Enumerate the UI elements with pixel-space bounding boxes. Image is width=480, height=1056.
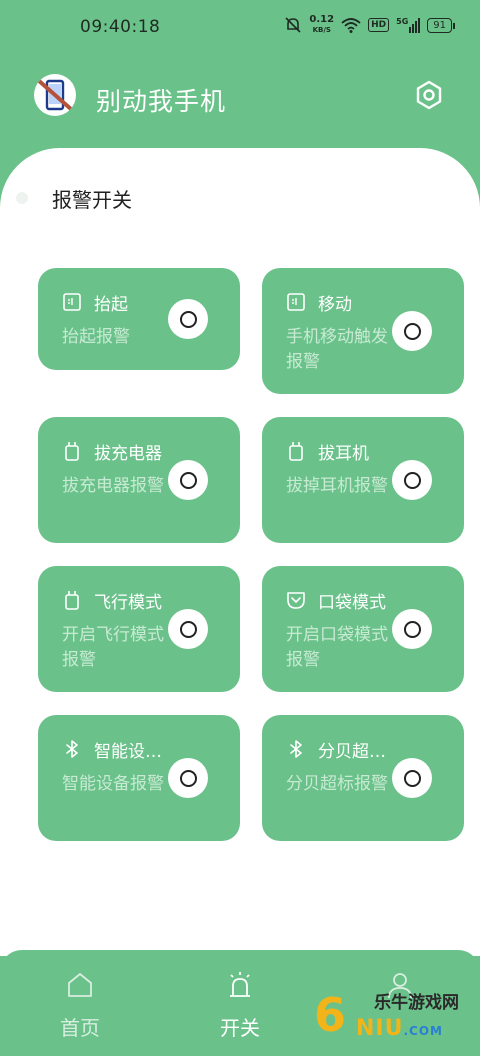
toggle-switch[interactable] [168,299,208,339]
toggle-ring-icon [403,322,421,340]
app-title: 别动我手机 [96,87,227,116]
phone-crossed-icon [34,74,76,116]
status-bar: 09:40:18 0.12 KB/S HD 5G 91 [0,0,480,52]
alarm-tile-charger[interactable]: 拔充电器 拔充电器报警 [38,417,240,543]
toggle-switch[interactable] [392,609,432,649]
battery-indicator: 91 [427,17,455,33]
tile-title: 抬起 [94,295,128,315]
charger-plug-icon [65,591,79,610]
phone-frame-icon [63,293,81,311]
gear-icon [416,80,442,110]
tile-title: 分贝超… [318,742,386,762]
toggle-switch[interactable] [168,758,208,798]
watermark-sub: NIU.COM [356,1016,443,1041]
tile-desc: 拔掉耳机报警 [286,476,388,496]
tile-desc: 分贝超标报警 [286,774,388,794]
network-speed-unit: KB/S [312,26,331,34]
tile-title: 飞行模式 [94,593,162,613]
toggle-switch[interactable] [168,460,208,500]
tile-desc: 开启口袋模式报警 [286,625,388,670]
home-icon [68,973,92,997]
nav-switch-label: 开关 [220,1016,260,1040]
section-title: 报警开关 [52,188,132,212]
pocket-icon [287,592,305,609]
toggle-ring-icon [403,769,421,787]
toggle-switch[interactable] [392,758,432,798]
nav-home[interactable]: 首页 [30,950,130,1056]
tile-desc: 手机移动触发报警 [286,327,388,372]
tile-title: 拔耳机 [318,444,369,464]
bluetooth-icon [290,740,302,758]
tile-desc: 拔充电器报警 [62,476,164,496]
bluetooth-icon [66,740,78,758]
tile-title: 口袋模式 [318,593,386,613]
hd-badge: HD [368,18,390,32]
tile-desc: 抬起报警 [62,327,130,347]
network-speed: 0.12 KB/S [309,15,334,35]
watermark-brand: 乐牛游戏网 [374,993,459,1013]
network-speed-value: 0.12 [309,14,335,25]
status-time: 09:40:18 [80,17,161,37]
mute-bell-icon [285,17,301,33]
charger-plug-icon [65,442,79,461]
toggle-ring-icon [179,769,197,787]
settings-button[interactable] [414,80,444,110]
alarm-tile-pocket[interactable]: 口袋模式 开启口袋模式报警 [262,566,464,692]
section-dot [16,192,28,204]
charger-plug-icon [289,442,303,461]
status-icons: 0.12 KB/S HD 5G 91 [284,15,455,35]
toggle-ring-icon [403,471,421,489]
toggle-switch[interactable] [392,311,432,351]
tile-title: 移动 [318,295,352,315]
tile-title: 拔充电器 [94,444,162,464]
alarm-siren-icon [230,972,250,997]
nav-home-label: 首页 [60,1016,100,1040]
toggle-ring-icon [403,620,421,638]
toggle-ring-icon [179,471,197,489]
tile-desc: 开启飞行模式报警 [62,625,164,670]
toggle-ring-icon [179,310,197,328]
watermark-sub-text: NIU [356,1016,404,1041]
alarm-tile-lift[interactable]: 抬起 抬起报警 [38,268,240,370]
toggle-switch[interactable] [392,460,432,500]
alarm-tile-decibel[interactable]: 分贝超… 分贝超标报警 [262,715,464,841]
wifi-icon [341,18,361,33]
main-card: 报警开关 抬起 抬起报警 移动 手机移动触发报警 拔充电器 拔充电器报警 拔耳机… [0,148,480,956]
tile-desc: 智能设备报警 [62,774,164,794]
alarm-tile-airplane[interactable]: 飞行模式 开启飞行模式报警 [38,566,240,692]
watermark-sub-suffix: .COM [403,1024,443,1038]
app-header: 别动我手机 [0,60,480,140]
site-watermark-logo: 6 乐牛游戏网 NIU.COM [312,968,472,1056]
alarm-tile-headphone[interactable]: 拔耳机 拔掉耳机报警 [262,417,464,543]
alarm-tile-smart-device[interactable]: 智能设… 智能设备报警 [38,715,240,841]
nav-switch[interactable]: 开关 [190,950,290,1056]
tile-title: 智能设… [94,742,162,762]
alarm-tile-move[interactable]: 移动 手机移动触发报警 [262,268,464,394]
toggle-switch[interactable] [168,609,208,649]
phone-frame-icon [287,293,305,311]
watermark-digit: 6 [314,988,347,1042]
toggle-ring-icon [179,620,197,638]
signal-icon: 5G [396,17,421,33]
signal-label: 5G [396,17,409,26]
